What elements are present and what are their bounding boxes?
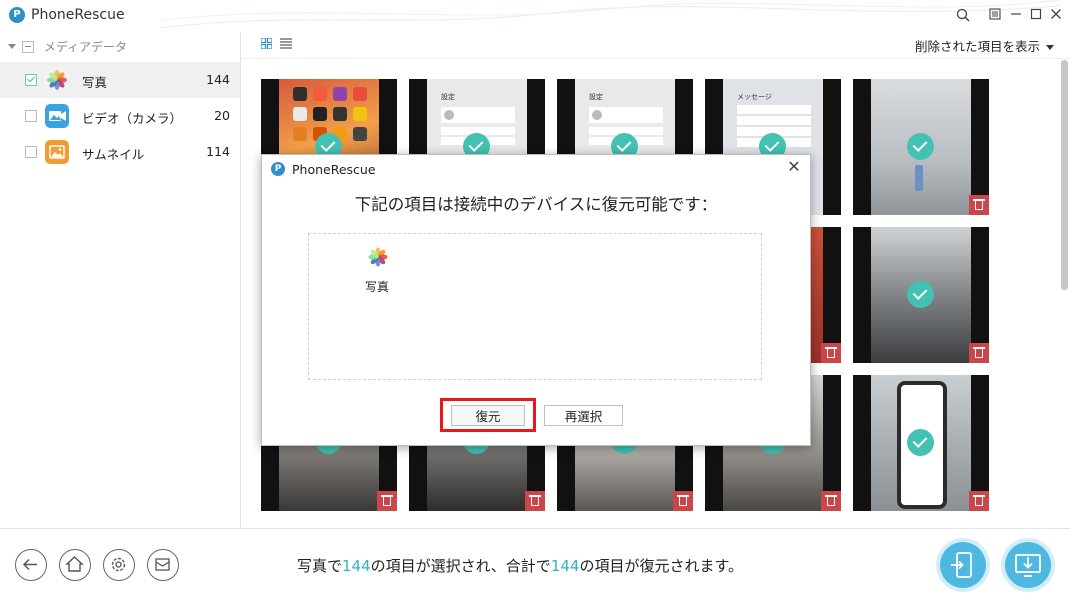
home-icon xyxy=(65,556,84,572)
trash-icon[interactable] xyxy=(969,343,989,363)
group-label: メディアデータ xyxy=(43,40,127,54)
app-logo-icon: P xyxy=(271,162,285,176)
status-text: の項目が選択され、合計で xyxy=(370,557,551,575)
restore-to-device-button[interactable] xyxy=(940,542,986,588)
restore-button-highlight: 復元 xyxy=(440,398,536,432)
status-count: 144 xyxy=(342,557,371,575)
back-arrow-icon xyxy=(22,558,37,571)
decorative-wave xyxy=(160,0,1060,29)
sidebar-item-label: ビデオ（カメラ） xyxy=(82,111,183,126)
selected-check-icon xyxy=(907,429,934,456)
chevron-down-icon xyxy=(1046,45,1054,50)
trash-icon[interactable] xyxy=(969,491,989,511)
grid-scrollbar[interactable] xyxy=(1061,60,1068,290)
list-view-icon[interactable] xyxy=(280,38,292,49)
thumbnail-icon xyxy=(45,140,69,164)
restore-to-computer-button[interactable] xyxy=(1005,542,1051,588)
home-button[interactable] xyxy=(59,549,91,581)
bottom-bar: 写真で144の項目が選択され、合計で144の項目が復元されます。 xyxy=(0,528,1070,601)
video-icon xyxy=(45,104,69,128)
bottle-shape xyxy=(915,165,923,191)
close-icon[interactable] xyxy=(1049,8,1063,22)
sidebar-item-label: 写真 xyxy=(82,75,108,90)
photos-icon xyxy=(45,68,69,92)
dialog-message: 下記の項目は接続中のデバイスに復元可能です： xyxy=(354,195,718,214)
sidebar: メディアデータ 写真 144 ビデオ（カメラ） 20 サムネイル 114 xyxy=(0,32,241,528)
menu-icon[interactable] xyxy=(988,8,1002,22)
content-toolbar: 削除された項目を表示 xyxy=(241,32,1070,59)
reselect-button[interactable]: 再選択 xyxy=(544,405,623,426)
sidebar-item-video[interactable]: ビデオ（カメラ） 20 xyxy=(0,98,240,134)
restore-dialog: P PhoneRescue ✕ 下記の項目は接続中のデバイスに復元可能です： 写… xyxy=(261,154,811,446)
dialog-title: PhoneRescue xyxy=(292,162,376,177)
maximize-icon[interactable] xyxy=(1029,8,1043,22)
dialog-close-icon[interactable]: ✕ xyxy=(786,159,802,175)
computer-download-icon xyxy=(1015,554,1041,577)
group-checkbox[interactable] xyxy=(22,40,34,53)
selected-check-icon xyxy=(907,281,934,308)
restore-items-box: 写真 xyxy=(308,233,762,380)
sidebar-item-thumbnail[interactable]: サムネイル 114 xyxy=(0,134,240,170)
mail-button[interactable] xyxy=(147,549,179,581)
search-icon[interactable] xyxy=(956,8,970,22)
status-text: の項目が復元されます。 xyxy=(579,557,743,575)
selected-check-icon xyxy=(907,133,934,160)
phone-restore-icon xyxy=(951,552,972,578)
trash-icon[interactable] xyxy=(673,491,693,511)
restore-item-label: 写真 xyxy=(365,280,390,294)
photos-checkbox[interactable] xyxy=(25,74,37,86)
settings-button[interactable] xyxy=(103,549,135,581)
filter-label: 削除された項目を表示 xyxy=(914,39,1040,54)
photo-tile[interactable] xyxy=(853,79,989,215)
app-title: PhoneRescue xyxy=(31,7,125,23)
mail-icon xyxy=(155,558,170,571)
photo-tile[interactable] xyxy=(853,375,989,511)
sidebar-item-count: 144 xyxy=(206,72,230,87)
photo-tile[interactable] xyxy=(853,227,989,363)
gear-icon xyxy=(111,557,126,572)
svg-text:メッセージ: メッセージ xyxy=(737,93,772,101)
sidebar-item-photos[interactable]: 写真 144 xyxy=(0,62,240,98)
trash-icon[interactable] xyxy=(821,343,841,363)
title-bar: P PhoneRescue xyxy=(0,0,1070,32)
status-text: 写真で xyxy=(297,557,343,575)
sidebar-item-label: サムネイル xyxy=(82,147,145,162)
trash-icon[interactable] xyxy=(969,195,989,215)
photos-icon xyxy=(368,247,388,267)
back-button[interactable] xyxy=(15,549,47,581)
svg-text:設定: 設定 xyxy=(441,92,455,101)
svg-text:設定: 設定 xyxy=(589,92,603,101)
trash-icon[interactable] xyxy=(525,491,545,511)
minimize-icon[interactable] xyxy=(1009,8,1023,22)
show-deleted-filter-dropdown[interactable]: 削除された項目を表示 xyxy=(915,36,1054,55)
trash-icon[interactable] xyxy=(377,491,397,511)
trash-icon[interactable] xyxy=(821,491,841,511)
grid-view-icon[interactable] xyxy=(261,38,272,49)
sidebar-item-count: 114 xyxy=(206,144,230,159)
app-logo-icon: P xyxy=(9,7,25,23)
status-count: 144 xyxy=(550,557,580,575)
media-data-group[interactable]: メディアデータ xyxy=(8,38,127,54)
video-checkbox[interactable] xyxy=(25,110,37,122)
sidebar-item-count: 20 xyxy=(214,108,230,123)
collapse-triangle-icon[interactable] xyxy=(8,44,16,49)
restore-button[interactable]: 復元 xyxy=(451,405,525,426)
thumbnail-checkbox[interactable] xyxy=(25,146,37,158)
status-message: 写真で144の項目が選択され、合計で144の項目が復元されます。 xyxy=(297,555,743,576)
